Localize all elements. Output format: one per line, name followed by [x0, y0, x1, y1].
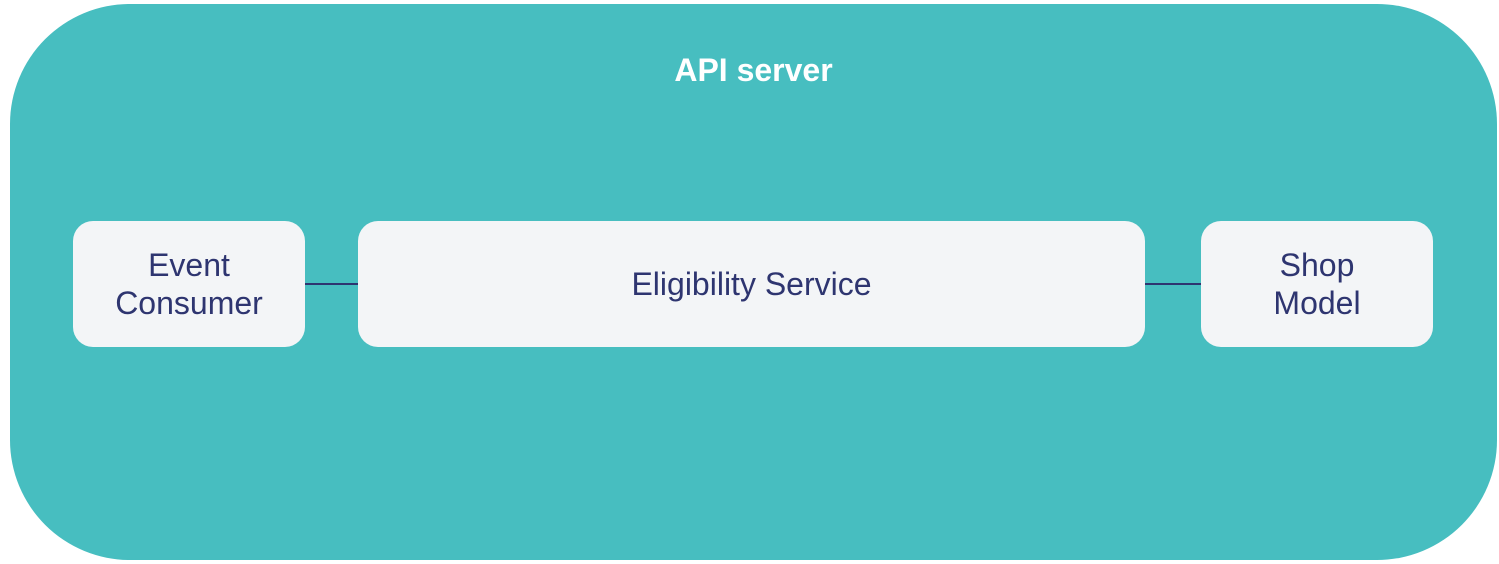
shop-model-box: Shop Model: [1201, 221, 1433, 347]
event-consumer-label-line2: Consumer: [115, 285, 263, 321]
api-server-title: API server: [674, 52, 833, 88]
connector-event-to-eligibility: [305, 283, 358, 285]
connector-eligibility-to-shop: [1145, 283, 1201, 285]
event-consumer-label-line1: Event: [148, 247, 230, 283]
event-consumer-box: Event Consumer: [73, 221, 305, 347]
eligibility-service-box: Eligibility Service: [358, 221, 1145, 347]
eligibility-service-label: Eligibility Service: [631, 266, 872, 302]
shop-model-label-line1: Shop: [1279, 247, 1355, 283]
shop-model-label-line2: Model: [1273, 285, 1361, 321]
